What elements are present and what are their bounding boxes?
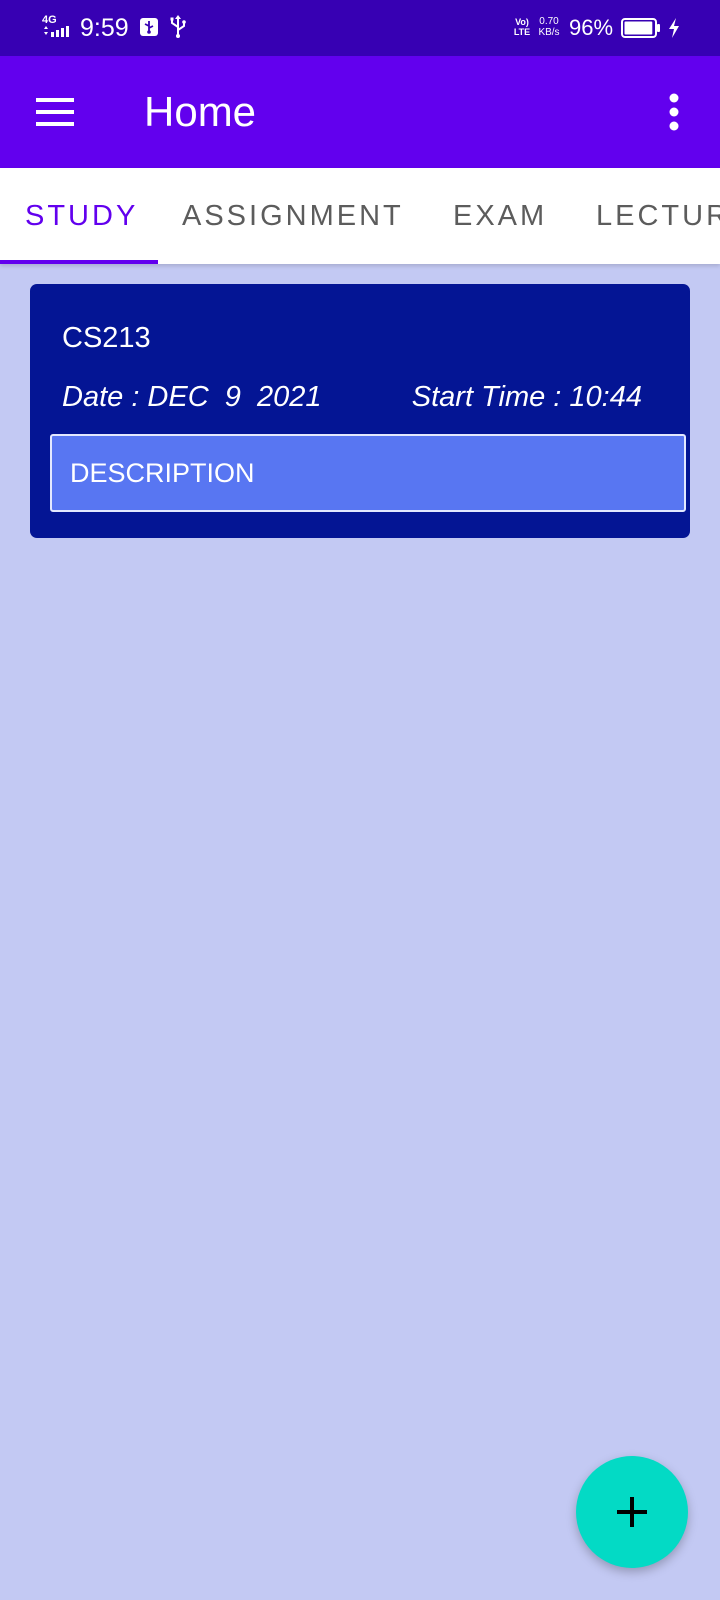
network-speed: 0.70 KB/s xyxy=(535,16,563,38)
study-date: Date : DEC 9 2021 xyxy=(62,381,322,413)
status-bar: 4G 9:59 Vo) LTE 0.70 KB/s 96% xyxy=(0,0,720,56)
network-speed-unit: KB/s xyxy=(538,27,560,38)
network-speed-value: 0.70 xyxy=(539,16,559,27)
add-button[interactable] xyxy=(576,1456,688,1568)
start-time: Start Time : 10:44 xyxy=(411,381,642,413)
page-title: Home xyxy=(144,88,257,135)
lte-label: LTE xyxy=(513,27,531,37)
battery-icon xyxy=(621,17,661,39)
status-time: 9:59 xyxy=(80,14,129,42)
tab-assignment[interactable]: ASSIGNMENT xyxy=(182,168,404,264)
tab-exam[interactable]: EXAM xyxy=(453,168,547,264)
battery-percent: 96% xyxy=(569,15,614,40)
volte-label: Vo) xyxy=(515,17,529,27)
usb-debugging-icon xyxy=(139,17,159,37)
description-field[interactable]: DESCRIPTION xyxy=(50,434,686,512)
course-title: CS213 xyxy=(62,322,151,354)
tab-lecture[interactable]: LECTUR xyxy=(596,168,720,264)
menu-button[interactable] xyxy=(24,84,88,140)
charging-icon xyxy=(667,17,681,39)
overflow-menu-button[interactable] xyxy=(652,84,700,140)
study-card[interactable]: CS213 Date : DEC 9 2021 Start Time : 10:… xyxy=(30,284,690,538)
plus-icon xyxy=(617,1497,647,1527)
tab-study[interactable]: STUDY xyxy=(25,168,138,264)
cellular-signal-icon: 4G xyxy=(42,15,74,40)
tab-bar: STUDY ASSIGNMENT EXAM LECTUR xyxy=(0,168,720,264)
app-bar: Home xyxy=(0,56,720,168)
hamburger-menu-icon xyxy=(36,98,74,126)
more-vert-icon xyxy=(669,93,679,131)
active-tab-indicator xyxy=(0,260,158,264)
volte-indicator: Vo) LTE xyxy=(512,17,532,37)
usb-icon xyxy=(168,15,188,39)
